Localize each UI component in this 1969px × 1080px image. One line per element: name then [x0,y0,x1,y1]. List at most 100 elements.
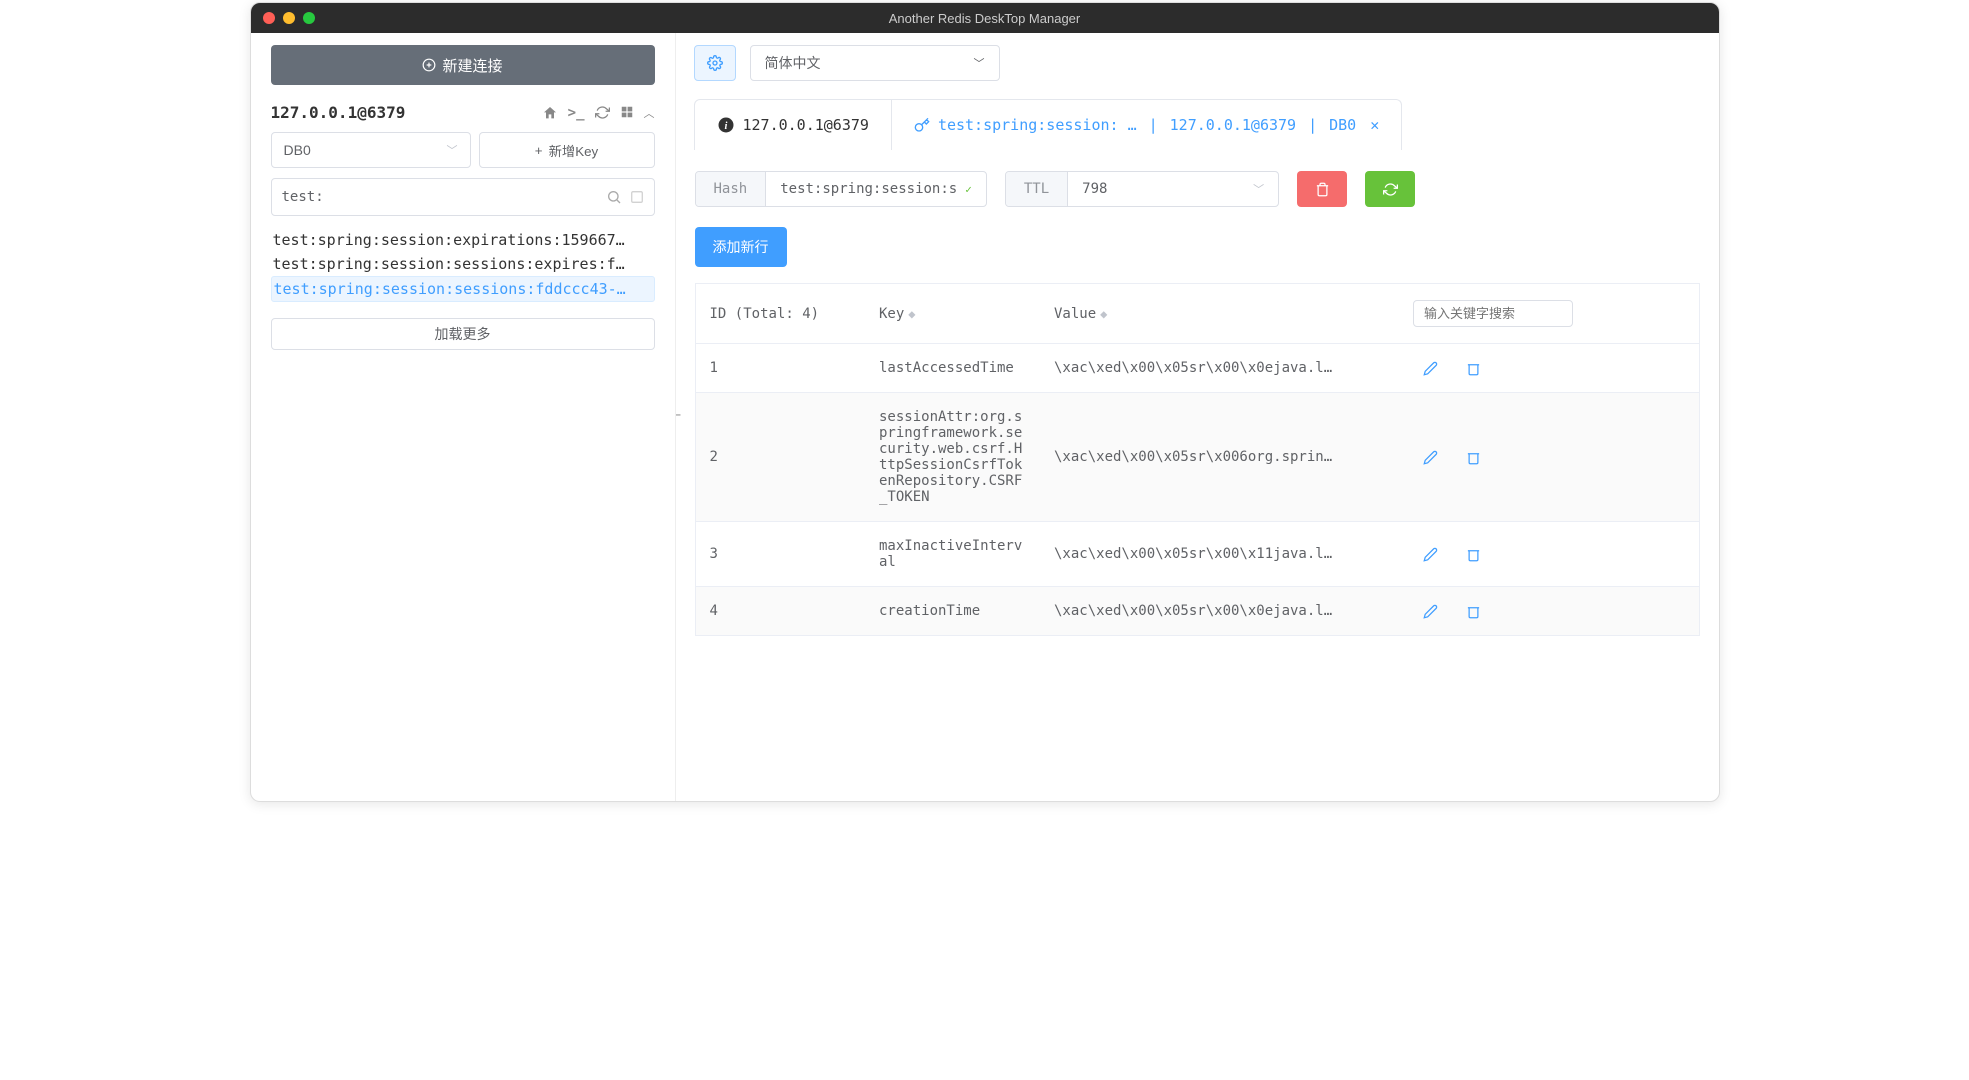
tab-label: 127.0.0.1@6379 [743,116,869,134]
delete-row-button[interactable] [1466,361,1481,376]
table-row: 4 creationTime \xac\xed\x00\x05sr\x00\x0… [695,587,1699,636]
tab-key-label: test:spring:session: … [938,116,1137,134]
connection-toolbar: >_ ︿ [542,105,655,121]
key-type-group: Hash test:spring:session:s ✓ [695,171,987,207]
edit-icon [1423,604,1438,619]
table-row: 3 maxInactiveInterval \xac\xed\x00\x05sr… [695,522,1699,587]
tab-separator: | [1308,116,1317,134]
titlebar: Another Redis DeskTop Manager [251,3,1719,33]
edit-row-button[interactable] [1423,450,1438,465]
svg-text:i: i [724,121,727,132]
tab-db-label: DB0 [1329,116,1356,134]
ttl-label: TTL [1006,172,1068,206]
main-panel: || 简体中文 ﹀ i 127.0.0.1@6379 test:spring:s… [676,33,1719,801]
edit-icon [1423,361,1438,376]
terminal-icon[interactable]: >_ [568,105,585,121]
table-row: 2 sessionAttr:org.springframework.securi… [695,393,1699,522]
db-select[interactable]: DB0 ﹀ [271,132,471,168]
refresh-icon[interactable] [595,105,610,121]
edit-row-button[interactable] [1423,361,1438,376]
minimize-window-button[interactable] [283,12,295,24]
maximize-window-button[interactable] [303,12,315,24]
key-controls: Hash test:spring:session:s ✓ TTL 798 ﹀ [695,171,1700,207]
trash-icon [1466,547,1481,562]
column-header-value[interactable]: Value◆ [1040,284,1399,344]
grid-icon[interactable] [620,105,634,121]
new-key-label: 新增Key [549,141,599,160]
trash-icon [1315,182,1330,197]
close-window-button[interactable] [263,12,275,24]
key-type-label: Hash [696,172,767,206]
tab-key-detail[interactable]: test:spring:session: … | 127.0.0.1@6379 … [892,100,1401,150]
home-icon[interactable] [542,105,558,121]
language-select[interactable]: 简体中文 ﹀ [750,45,1000,81]
new-connection-label: 新建连接 [442,55,502,76]
key-name-field[interactable]: test:spring:session:s ✓ [766,172,986,206]
key-item[interactable]: test:spring:session:sessions:fddccc43-… [271,276,655,302]
exact-match-checkbox[interactable] [630,190,644,204]
row-actions [1413,547,1685,562]
ttl-group: TTL 798 ﹀ [1005,171,1279,207]
db-selected-label: DB0 [284,142,311,158]
table-row: 1 lastAccessedTime \xac\xed\x00\x05sr\x0… [695,344,1699,393]
key-search-input[interactable] [282,189,598,205]
new-connection-button[interactable]: 新建连接 [271,45,655,85]
tab-host-label: 127.0.0.1@6379 [1170,116,1296,134]
delete-row-button[interactable] [1466,604,1481,619]
chevron-down-icon: ﹀ [1253,181,1264,197]
delete-key-button[interactable] [1297,171,1347,207]
chevron-down-icon: ﹀ [447,142,458,158]
cell-id: 2 [695,393,865,522]
add-row-button[interactable]: 添加新行 [695,227,787,267]
plus-icon: + [535,143,543,158]
connection-header: 127.0.0.1@6379 >_ ︿ [271,103,655,122]
key-list: test:spring:session:expirations:159667… … [271,228,655,302]
check-icon: ✓ [965,183,972,196]
traffic-lights [263,12,315,24]
ttl-field[interactable]: 798 ﹀ [1068,172,1278,206]
edit-icon [1423,547,1438,562]
key-detail-content: Hash test:spring:session:s ✓ TTL 798 ﹀ [694,150,1701,637]
cell-id: 1 [695,344,865,393]
row-actions [1413,604,1685,619]
resize-handle[interactable]: || [676,413,682,415]
column-header-key[interactable]: Key◆ [865,284,1040,344]
key-name-value: test:spring:session:s [780,181,957,197]
info-icon: i [717,116,735,134]
cell-key: maxInactiveInterval [865,522,1040,587]
close-tab-button[interactable]: ✕ [1370,116,1379,134]
chevron-down-icon: ﹀ [974,55,985,71]
window-title: Another Redis DeskTop Manager [889,11,1081,26]
edit-row-button[interactable] [1423,604,1438,619]
trash-icon [1466,361,1481,376]
table-search-input[interactable] [1413,300,1573,327]
settings-button[interactable] [694,45,736,81]
collapse-icon[interactable]: ︿ [644,105,655,121]
refresh-key-button[interactable] [1365,171,1415,207]
trash-icon [1466,450,1481,465]
row-actions [1413,450,1685,465]
row-actions [1413,361,1685,376]
cell-value: \xac\xed\x00\x05sr\x00\x0ejava.l… [1040,587,1399,636]
delete-row-button[interactable] [1466,547,1481,562]
cell-id: 3 [695,522,865,587]
new-key-button[interactable]: + 新增Key [479,132,655,168]
cell-id: 4 [695,587,865,636]
plus-circle-icon [422,58,436,72]
delete-row-button[interactable] [1466,450,1481,465]
key-item[interactable]: test:spring:session:expirations:159667… [271,228,655,252]
cell-key: creationTime [865,587,1040,636]
edit-icon [1423,450,1438,465]
app-window: Another Redis DeskTop Manager 新建连接 127.0… [250,2,1720,802]
load-more-button[interactable]: 加载更多 [271,318,655,350]
tab-server-info[interactable]: i 127.0.0.1@6379 [695,100,892,150]
column-header-id[interactable]: ID (Total: 4) [695,284,865,344]
search-icon[interactable] [606,189,622,205]
connection-host: 127.0.0.1@6379 [271,103,406,122]
column-header-actions [1399,284,1699,344]
ttl-value: 798 [1082,181,1107,197]
sidebar: 新建连接 127.0.0.1@6379 >_ ︿ DB0 ﹀ + [251,33,676,801]
key-item[interactable]: test:spring:session:sessions:expires:f… [271,252,655,276]
db-row: DB0 ﹀ + 新增Key [271,132,655,168]
edit-row-button[interactable] [1423,547,1438,562]
